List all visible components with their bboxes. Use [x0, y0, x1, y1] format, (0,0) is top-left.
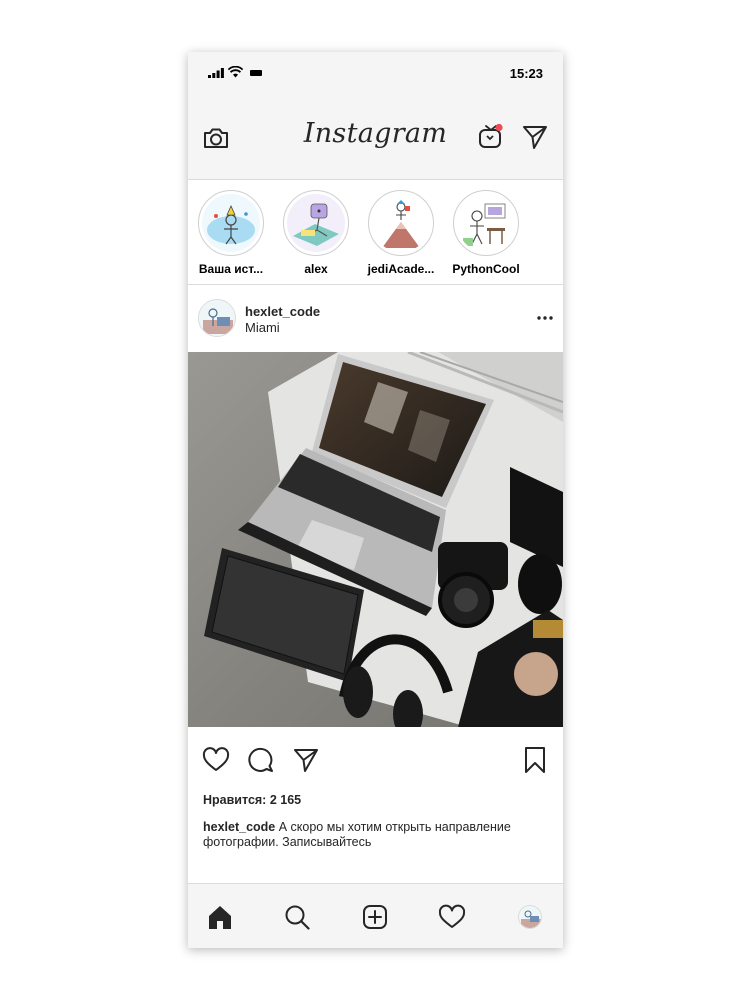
story-item[interactable]: Ваша ист... — [192, 190, 270, 276]
bottom-nav — [188, 883, 563, 948]
instagram-logo: Instagram — [303, 118, 448, 149]
igtv-icon[interactable] — [478, 122, 504, 150]
story-ring — [453, 190, 519, 256]
story-ring — [198, 190, 264, 256]
story-label: jediAcade... — [367, 262, 435, 276]
notification-dot — [495, 123, 503, 132]
more-options-icon[interactable] — [537, 315, 553, 321]
story-label: Ваша ист... — [198, 262, 264, 276]
story-avatar — [202, 194, 260, 252]
paper-plane-icon[interactable] — [522, 124, 548, 150]
post-caption: hexlet_code А скоро мы хотим открыть нап… — [203, 820, 548, 850]
like-heart-icon[interactable] — [202, 746, 230, 774]
story-avatar — [457, 194, 515, 252]
post-actions — [188, 727, 563, 787]
status-time: 15:23 — [509, 66, 543, 81]
story-avatar — [287, 194, 345, 252]
story-item[interactable]: alex — [277, 190, 355, 276]
status-bar: 15:23 — [188, 52, 563, 96]
bookmark-icon[interactable] — [521, 746, 549, 774]
story-label: alex — [304, 262, 328, 276]
home-icon[interactable] — [207, 904, 233, 930]
share-icon[interactable] — [292, 746, 320, 774]
stories-tray: Ваша ист... alex jediAcade... PythonCool — [188, 180, 563, 285]
story-label: PythonCool — [452, 262, 520, 276]
signal-icon — [208, 68, 224, 78]
battery-icon — [250, 70, 262, 76]
story-ring — [283, 190, 349, 256]
post-image[interactable] — [188, 352, 563, 727]
likes-count[interactable]: Нравится: 2 165 — [203, 793, 301, 807]
story-item[interactable]: jediAcade... — [362, 190, 440, 276]
add-post-icon[interactable] — [362, 904, 388, 930]
comment-icon[interactable] — [247, 746, 275, 774]
search-icon[interactable] — [284, 904, 310, 930]
profile-avatar[interactable] — [518, 905, 542, 929]
story-avatar — [372, 194, 430, 252]
phone-screen: 15:23 Instagram Ваша ист... alex jediAca… — [188, 52, 563, 948]
post-avatar[interactable] — [198, 299, 236, 337]
story-ring — [368, 190, 434, 256]
post-header: hexlet_code Miami — [188, 285, 563, 352]
post-username[interactable]: hexlet_code — [245, 304, 320, 319]
caption-username[interactable]: hexlet_code — [203, 820, 275, 834]
wifi-icon — [228, 66, 243, 78]
story-item[interactable]: PythonCool — [447, 190, 525, 276]
heart-icon[interactable] — [439, 904, 465, 930]
post-location[interactable]: Miami — [245, 320, 280, 335]
app-header: Instagram — [188, 96, 563, 180]
